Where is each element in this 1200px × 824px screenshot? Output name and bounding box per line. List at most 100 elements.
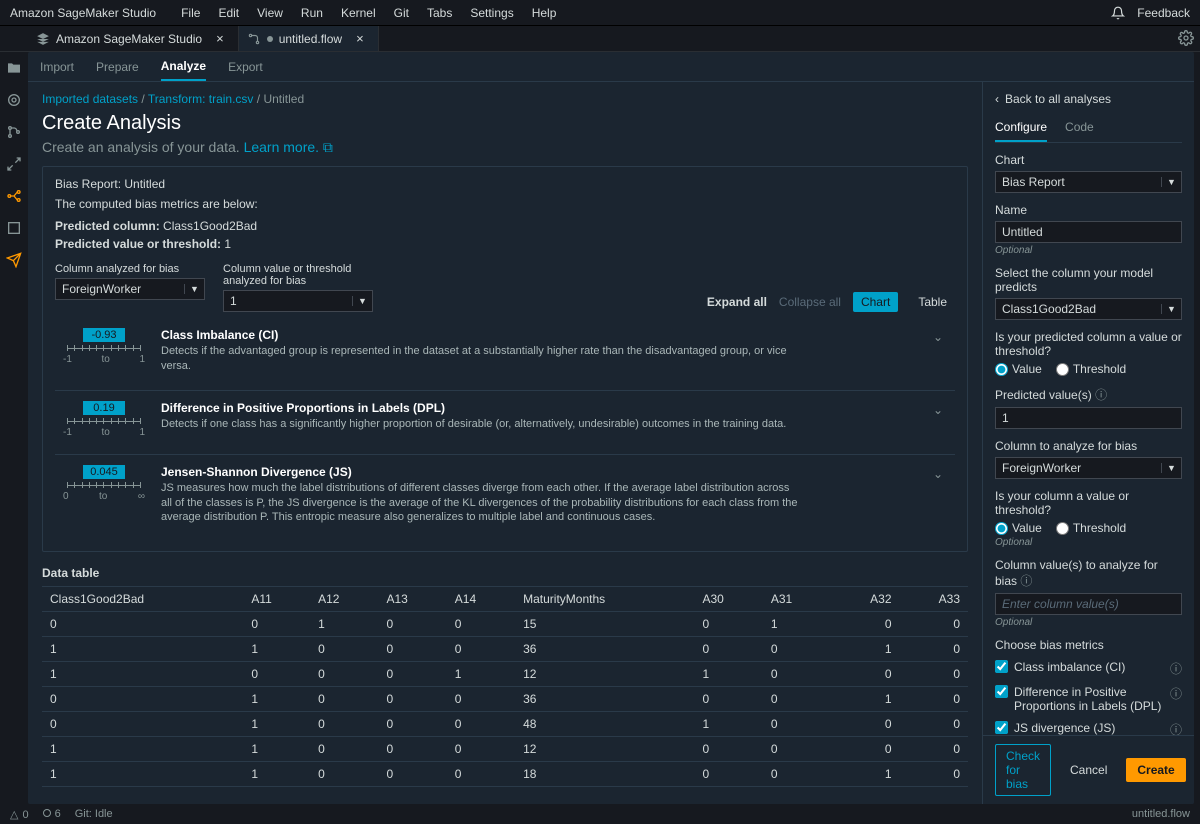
menu-settings[interactable]: Settings: [470, 6, 513, 20]
name-input[interactable]: [995, 221, 1182, 243]
metric-row: -0.93 -1to1 Class Imbalance (CI) Detects…: [55, 318, 955, 390]
menu-file[interactable]: File: [181, 6, 200, 20]
radio-value-2[interactable]: Value: [995, 521, 1042, 535]
chk-dpl[interactable]: [995, 685, 1008, 698]
data-table: Class1Good2BadA11A12A13A14MaturityMonths…: [42, 587, 968, 794]
tab-configure[interactable]: Configure: [995, 116, 1047, 142]
collapse-all-button[interactable]: Collapse all: [779, 295, 841, 309]
git-icon[interactable]: [6, 124, 22, 140]
git-status: Git: Idle: [75, 808, 113, 820]
file-tab-bar: Amazon SageMaker Studio × untitled.flow …: [0, 26, 1200, 52]
expand-all-button[interactable]: Expand all: [707, 295, 767, 309]
col-values-input[interactable]: [995, 593, 1182, 615]
table-row: 11000360010: [42, 637, 968, 662]
breadcrumb-b[interactable]: Transform: train.csv: [148, 92, 254, 106]
metric-row: 0.19 -1to1 Difference in Positive Propor…: [55, 390, 955, 454]
page-title: Create Analysis: [42, 112, 968, 135]
info-icon[interactable]: ⓘ: [1170, 660, 1182, 677]
flow-tab-prepare[interactable]: Prepare: [96, 54, 139, 80]
flow-tab-import[interactable]: Import: [40, 54, 74, 80]
metric-desc: Detects if one class has a significantly…: [161, 417, 786, 432]
breadcrumb-c: Untitled: [263, 92, 304, 106]
predict-col-select[interactable]: Class1Good2Bad▼: [995, 298, 1182, 320]
chk-ci[interactable]: [995, 660, 1008, 673]
feedback-link[interactable]: Feedback: [1137, 6, 1190, 20]
config-panel: ‹ Back to all analyses Configure Code Ch…: [982, 82, 1194, 804]
box-icon[interactable]: [6, 220, 22, 236]
metric-title: Class Imbalance (CI): [161, 328, 801, 342]
metric-desc: Detects if the advantaged group is repre…: [161, 344, 801, 374]
metrics-list: -0.93 -1to1 Class Imbalance (CI) Detects…: [55, 318, 955, 541]
flow-tab-export[interactable]: Export: [228, 54, 263, 80]
close-icon[interactable]: ×: [356, 31, 364, 46]
metric-title: Jensen-Shannon Divergence (JS): [161, 465, 801, 479]
gear-icon[interactable]: [1178, 30, 1194, 46]
col-header[interactable]: A12: [310, 587, 378, 612]
pred-values-input[interactable]: [995, 407, 1182, 429]
menu-kernel[interactable]: Kernel: [341, 6, 376, 20]
unsaved-dot-icon: [267, 36, 273, 42]
table-row: 11000120000: [42, 737, 968, 762]
workflow-icon[interactable]: [6, 188, 22, 204]
report-title: Bias Report: Untitled: [55, 177, 955, 191]
close-icon[interactable]: ×: [216, 31, 224, 46]
info-icon[interactable]: ⓘ: [1170, 721, 1182, 735]
folder-icon[interactable]: [6, 60, 22, 76]
back-link[interactable]: ‹ Back to all analyses: [995, 92, 1182, 106]
menu-git[interactable]: Git: [394, 6, 409, 20]
col-header[interactable]: A14: [447, 587, 515, 612]
tab-code[interactable]: Code: [1065, 116, 1094, 142]
col-header[interactable]: A13: [378, 587, 446, 612]
chart-select[interactable]: Bias Report▼: [995, 171, 1182, 193]
tab-flow[interactable]: untitled.flow ×: [239, 26, 379, 51]
menu-edit[interactable]: Edit: [218, 6, 239, 20]
table-row: 01000360010: [42, 687, 968, 712]
tab-studio[interactable]: Amazon SageMaker Studio ×: [28, 26, 239, 51]
notifications-icon[interactable]: [1111, 6, 1125, 20]
col-header[interactable]: A30: [694, 587, 762, 612]
col-header[interactable]: MaturityMonths: [515, 587, 694, 612]
chevron-down-icon[interactable]: ⌄: [927, 465, 949, 526]
data-table-wrap[interactable]: Class1Good2BadA11A12A13A14MaturityMonths…: [42, 586, 968, 794]
report-subtitle: The computed bias metrics are below:: [55, 197, 955, 211]
col-header[interactable]: A11: [243, 587, 310, 612]
flow-tab-analyze[interactable]: Analyze: [161, 53, 206, 81]
chevron-down-icon[interactable]: ⌄: [927, 401, 949, 438]
menu-tabs[interactable]: Tabs: [427, 6, 452, 20]
metric-value: 0.045: [83, 465, 125, 479]
radio-value-1[interactable]: Value: [995, 362, 1042, 376]
table-row: 00100150100: [42, 612, 968, 637]
info-icon[interactable]: ⓘ: [1095, 388, 1107, 402]
table-toggle[interactable]: Table: [910, 292, 955, 312]
info-icon[interactable]: ⓘ: [1170, 685, 1182, 702]
col-header[interactable]: A32: [831, 587, 899, 612]
radio-threshold-2[interactable]: Threshold: [1056, 521, 1126, 535]
breadcrumb-a[interactable]: Imported datasets: [42, 92, 138, 106]
col-header[interactable]: A33: [900, 587, 968, 612]
send-icon[interactable]: [6, 252, 22, 268]
chk-js[interactable]: [995, 721, 1008, 734]
create-button[interactable]: Create: [1126, 758, 1185, 782]
metric-value: 0.19: [83, 401, 125, 415]
tab-flow-label: untitled.flow: [279, 32, 342, 46]
menu-view[interactable]: View: [257, 6, 283, 20]
command-icon[interactable]: [6, 156, 22, 172]
col-bias-select-r[interactable]: ForeignWorker▼: [995, 457, 1182, 479]
thresh-label: Column value or threshold analyzed for b…: [223, 263, 373, 287]
menu-run[interactable]: Run: [301, 6, 323, 20]
radio-threshold-1[interactable]: Threshold: [1056, 362, 1126, 376]
chart-toggle[interactable]: Chart: [853, 292, 898, 312]
check-bias-button[interactable]: Check for bias: [995, 744, 1051, 796]
col-header[interactable]: A31: [763, 587, 831, 612]
learn-more-link[interactable]: Learn more. ⧉: [244, 139, 333, 155]
col-header[interactable]: Class1Good2Bad: [42, 587, 243, 612]
cancel-button[interactable]: Cancel: [1059, 758, 1118, 782]
col-bias-label: Column analyzed for bias: [55, 263, 205, 275]
table-row: 01000481000: [42, 712, 968, 737]
info-icon[interactable]: ⓘ: [1020, 574, 1032, 588]
metric-title: Difference in Positive Proportions in La…: [161, 401, 786, 415]
target-icon[interactable]: [6, 92, 22, 108]
metric-row: 0.045 0to∞ Jensen-Shannon Divergence (JS…: [55, 454, 955, 542]
chevron-down-icon[interactable]: ⌄: [927, 328, 949, 374]
menu-help[interactable]: Help: [532, 6, 557, 20]
